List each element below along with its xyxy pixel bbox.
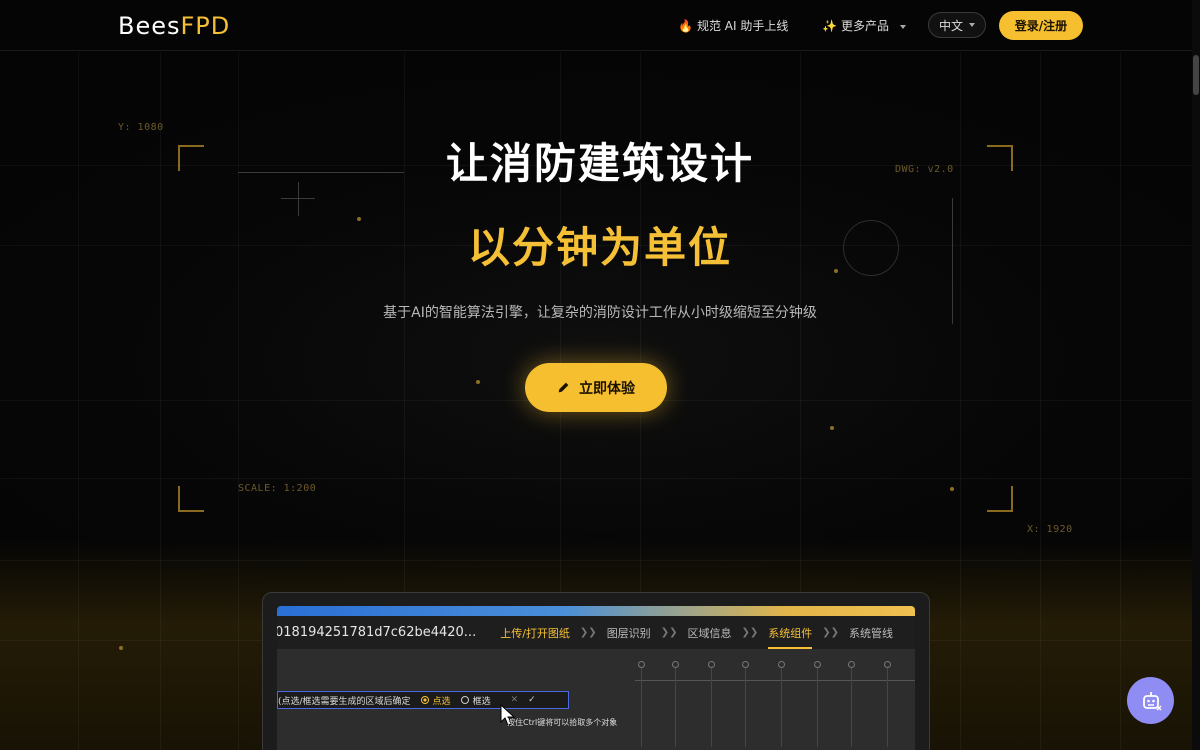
page-scrollbar[interactable] <box>1192 0 1200 750</box>
preview-canvas: (点选/框选需要生成的区域后确定 点选 框选 ✕ ✓ 按住Ctrl键将可以拾取多… <box>277 649 915 750</box>
hero-subtitle: 基于AI的智能算法引擎，让复杂的消防设计工作从小时级缩短至分钟级 <box>383 305 817 321</box>
dot <box>476 380 480 384</box>
radio-point-label: 点选 <box>432 696 451 707</box>
pencil-icon <box>558 382 569 393</box>
step-system-pipeline[interactable]: 系统管线 <box>849 625 893 641</box>
axis-bubble <box>848 661 855 668</box>
axis-bubble <box>778 661 785 668</box>
logo[interactable]: BeesFPD <box>118 12 230 40</box>
step-upload[interactable]: 上传/打开图纸 <box>500 625 570 641</box>
step-layer-recognition[interactable]: 图层识别 <box>607 625 651 641</box>
top-navbar: BeesFPD 🔥 规范 AI 助手上线 ✨ 更多产品 中文 登录/注册 <box>0 0 1200 51</box>
preview-filename: 018194251781d7c62be4420... <box>277 625 477 640</box>
cad-label-x: X: 1920 <box>1027 524 1073 535</box>
app-preview-screen: 018194251781d7c62be4420... 上传/打开图纸 ❯❯ 图层… <box>277 606 915 750</box>
nav-more-products[interactable]: ✨ 更多产品 <box>822 17 906 34</box>
try-now-label: 立即体验 <box>579 380 635 397</box>
ctrl-hint: 按住Ctrl键将可以拾取多个对象 <box>507 718 618 727</box>
nav-announcement-label: 规范 AI 助手上线 <box>696 19 789 33</box>
ruler-mark <box>851 667 852 747</box>
dot <box>119 646 123 650</box>
cad-ruler <box>635 661 915 747</box>
chevron-right-icon: ❯❯ <box>660 627 678 638</box>
dot <box>830 426 834 430</box>
nav-more-products-label: 更多产品 <box>840 19 889 33</box>
fire-icon: 🔥 <box>678 19 693 33</box>
chevron-right-icon: ❯❯ <box>741 627 759 638</box>
logo-text-fpd: FPD <box>180 12 231 40</box>
scrollbar-thumb[interactable] <box>1193 55 1199 95</box>
chevron-right-icon: ❯❯ <box>579 627 597 638</box>
grid-line <box>0 478 1200 479</box>
preview-toolbar: 018194251781d7c62be4420... 上传/打开图纸 ❯❯ 图层… <box>277 616 915 649</box>
hero-title-line1: 让消防建筑设计 <box>445 139 754 188</box>
grid-line <box>0 560 1200 561</box>
dot <box>950 487 954 491</box>
axis-bubble <box>742 661 749 668</box>
language-select[interactable]: 中文 <box>928 12 986 38</box>
robot-chat-icon <box>1142 691 1161 710</box>
axis-bubble <box>672 661 679 668</box>
axis-bubble <box>884 661 891 668</box>
preview-gradient-bar <box>277 606 915 616</box>
axis-bubble <box>814 661 821 668</box>
chat-assistant-button[interactable] <box>1127 677 1174 724</box>
axis-bubble <box>638 661 645 668</box>
cad-crosshair <box>281 198 315 199</box>
step-system-components[interactable]: 系统组件 <box>768 625 813 649</box>
ruler-mark <box>887 667 888 747</box>
ruler-mark <box>817 667 818 747</box>
chevron-right-icon: ❯❯ <box>822 627 839 638</box>
selection-bar: (点选/框选需要生成的区域后确定 点选 框选 ✕ ✓ <box>277 691 569 709</box>
ruler-mark <box>641 667 642 747</box>
check-icon[interactable]: ✓ <box>528 695 536 705</box>
logo-text-bees: Bees <box>118 12 181 40</box>
frame-corner <box>987 486 1013 512</box>
frame-corner <box>178 486 204 512</box>
radio-box-label: 框选 <box>472 696 491 707</box>
radio-point-select[interactable] <box>420 696 429 704</box>
ruler-mark <box>745 667 746 747</box>
ruler-mark <box>711 667 712 747</box>
chevron-down-icon <box>899 24 906 29</box>
language-label: 中文 <box>938 18 963 33</box>
app-preview: 018194251781d7c62be4420... 上传/打开图纸 ❯❯ 图层… <box>262 592 930 750</box>
ruler-mark <box>781 667 782 747</box>
login-button[interactable]: 登录/注册 <box>999 11 1083 40</box>
chevron-down-icon <box>969 23 975 27</box>
nav-announcement[interactable]: 🔥 规范 AI 助手上线 <box>678 17 788 34</box>
selection-prompt: (点选/框选需要生成的区域后确定 <box>278 696 411 707</box>
try-now-button[interactable]: 立即体验 <box>525 363 667 412</box>
step-region-info[interactable]: 区域信息 <box>687 625 731 641</box>
sparkle-icon: ✨ <box>822 19 837 33</box>
radio-box-select[interactable] <box>460 696 469 704</box>
axis-bubble <box>708 661 715 668</box>
cad-label-scale: SCALE: 1:200 <box>238 483 317 494</box>
ruler-mark <box>675 667 676 747</box>
hero-title-line2: 以分钟为单位 <box>467 223 732 272</box>
